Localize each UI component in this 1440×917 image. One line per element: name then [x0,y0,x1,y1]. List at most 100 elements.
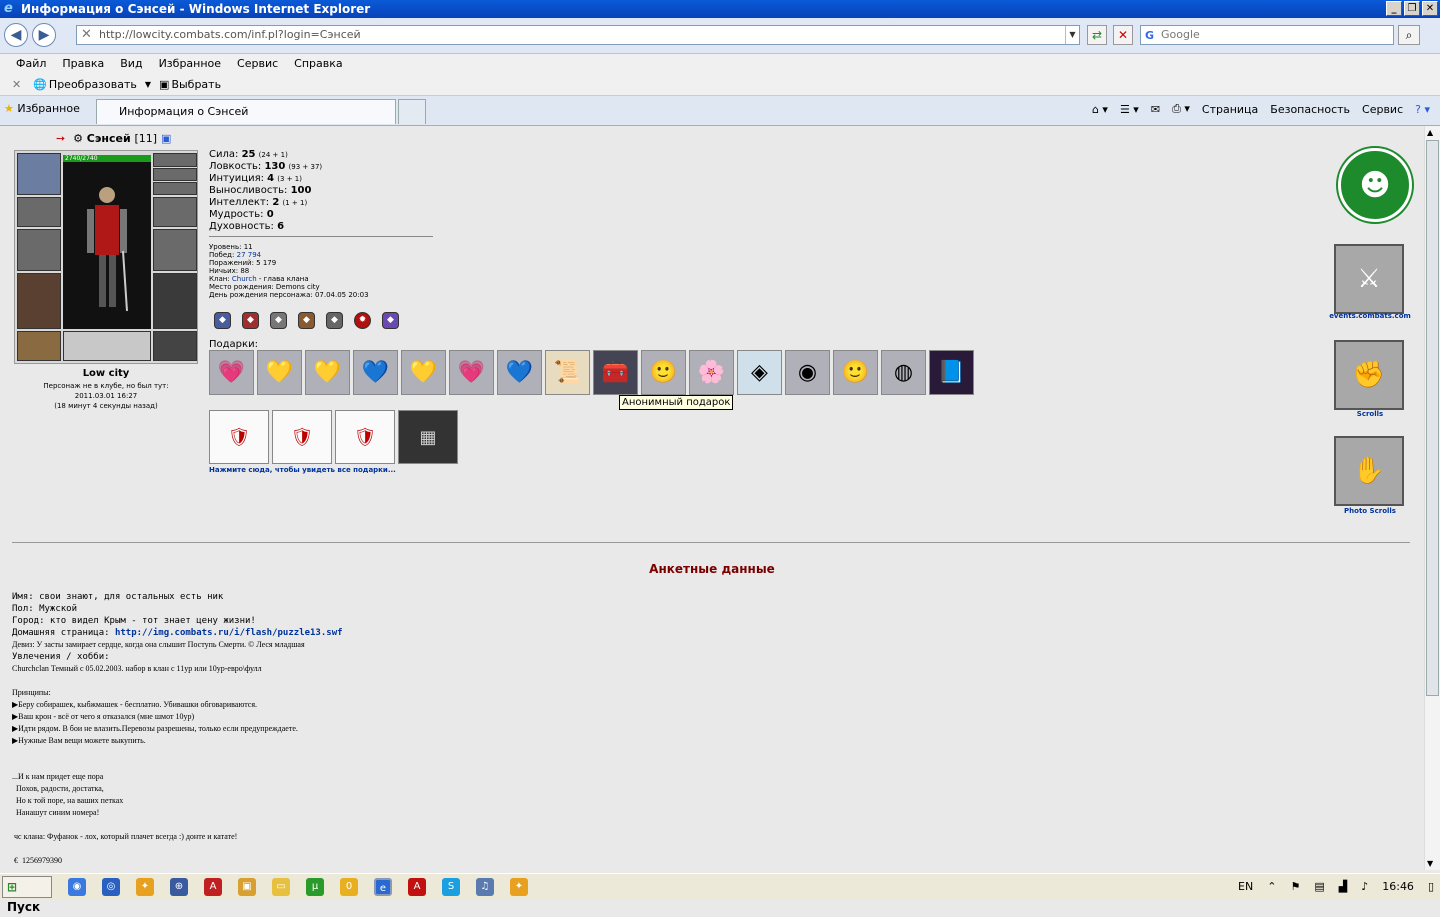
close-toolbar-icon[interactable]: ✕ [12,75,21,95]
weapon-left-slot[interactable] [17,229,61,271]
events-banner[interactable]: ⚔ [1334,244,1404,314]
tab-active[interactable]: Информация о Сэнсей [96,99,396,124]
torrent-icon[interactable]: μ [306,878,324,896]
search-button[interactable]: ⌕ [1398,25,1420,45]
all-gifts-link[interactable]: Нажмите сюда, чтобы увидеть все подарки.… [209,466,396,474]
bracers-slot[interactable] [17,197,61,227]
gift-heart-silver-icon[interactable]: 💗 [449,350,494,395]
taskbar-app-icon[interactable]: ◉ [68,878,86,896]
favorites-button[interactable]: ★ Избранное [4,102,80,115]
itunes-icon[interactable]: ♫ [476,878,494,896]
menu-edit[interactable]: Правка [62,54,104,74]
acrobat-icon[interactable]: A [408,878,426,896]
pdf-icon[interactable]: A [204,878,222,896]
taskbar-app-icon[interactable]: 0 [340,878,358,896]
boots-slot[interactable] [153,331,197,361]
menu-help[interactable]: Справка [294,54,342,74]
volume-icon[interactable]: ♪ [1361,880,1368,893]
badge-icon-2[interactable]: ◆ [242,312,259,329]
menu-tools[interactable]: Сервис [237,54,278,74]
select-button[interactable]: Выбрать [171,75,221,95]
close-button[interactable]: ✕ [1422,1,1438,16]
belt-slot[interactable] [17,331,61,361]
homepage-link[interactable]: http://img.combats.ru/i/flash/puzzle13.s… [115,628,343,638]
gift-heart-gold-icon[interactable]: 💛 [257,350,302,395]
convert-dropdown-icon[interactable]: ▼ [145,75,151,95]
gift-heart-blue-icon[interactable]: 💙 [497,350,542,395]
convert-button[interactable]: Преобразовать [49,75,137,95]
print-icon[interactable]: ⎙ ▾ [1172,102,1190,116]
helmet-slot[interactable] [17,153,61,195]
gift-heart-blue-icon[interactable]: 💙 [353,350,398,395]
scroll-thumb[interactable] [1426,140,1439,696]
events-link[interactable]: events.combats.com [1320,312,1420,320]
maximize-button[interactable]: ❐ [1404,1,1420,16]
gift-coin-icon[interactable]: ◍ [881,350,926,395]
help-icon[interactable]: ? ▾ [1415,103,1430,116]
skype-icon[interactable]: S [442,878,460,896]
gift-heart-gold-icon[interactable]: 💛 [401,350,446,395]
start-button[interactable]: ⊞ Пуск [2,876,52,914]
info-icon[interactable]: ▣ [161,132,171,145]
gift-photo-icon[interactable]: ▦ [398,410,458,464]
search-field[interactable]: G Google [1140,25,1394,45]
gift-crystal-icon[interactable]: ◈ [737,350,782,395]
scrolls-banner[interactable]: ✊ [1334,340,1404,410]
photo-scrolls-link[interactable]: Photo Scrolls [1320,507,1420,515]
taskbar-app-icon[interactable]: ✦ [510,878,528,896]
ie-taskbar-icon[interactable]: e [374,878,392,896]
ring-slot-1[interactable] [153,168,197,181]
new-tab-button[interactable] [398,99,426,124]
taskbar-app-icon[interactable]: ▣ [238,878,256,896]
language-indicator[interactable]: EN [1238,880,1253,893]
back-button[interactable]: ◀ [4,23,28,47]
security-menu[interactable]: Безопасность [1270,103,1350,116]
menu-favorites[interactable]: Избранное [159,54,221,74]
feeds-icon[interactable]: ☰ ▾ [1120,103,1139,116]
pants-slot[interactable] [153,273,197,329]
mail-icon[interactable]: ✉ [1151,103,1160,116]
gift-stone-icon[interactable]: ◉ [785,350,830,395]
wins-link[interactable]: 27 794 [237,251,262,259]
badge-icon-7[interactable]: ◆ [382,312,399,329]
scrolls-link[interactable]: Scrolls [1320,410,1420,418]
gift-heart-silver-icon[interactable]: 💗 [209,350,254,395]
vertical-scrollbar[interactable]: ▲ ▼ [1424,126,1440,870]
network-icon[interactable]: ▤ [1314,880,1324,893]
address-dropdown-icon[interactable]: ▼ [1065,26,1079,44]
gift-book-icon[interactable]: 📘 [929,350,974,395]
show-desktop-icon[interactable]: ▯ [1428,880,1434,893]
minimize-button[interactable]: _ [1386,1,1402,16]
stop-button[interactable]: ✕ [1113,25,1133,45]
gift-smiley-icon[interactable]: 🙂 [641,350,686,395]
taskbar-app-icon[interactable]: ✦ [136,878,154,896]
scroll-up-icon[interactable]: ▲ [1427,128,1433,137]
clock[interactable]: 16:46 [1382,880,1414,893]
signal-icon[interactable]: ▟ [1339,880,1347,893]
private-arrow-icon[interactable]: ➙ [56,132,65,145]
tools-menu[interactable]: Сервис [1362,103,1403,116]
weapon-right-slot[interactable] [153,229,197,271]
gift-card-icon[interactable]: 🛡 [209,410,269,464]
forward-button[interactable]: ▶ [32,23,56,47]
gift-card-icon[interactable]: 🛡 [335,410,395,464]
gift-scroll-icon[interactable]: 📜 [545,350,590,395]
scroll-down-icon[interactable]: ▼ [1427,859,1433,868]
armor-slot[interactable] [17,273,61,329]
taskbar-app-icon[interactable]: ⊕ [170,878,188,896]
home-icon[interactable]: ⌂ ▾ [1092,103,1108,116]
folder-icon[interactable]: ▭ [272,878,290,896]
gift-flower-icon[interactable]: 🌸 [689,350,734,395]
refresh-button[interactable]: ⇄ [1087,25,1107,45]
menu-view[interactable]: Вид [120,54,142,74]
page-menu[interactable]: Страница [1202,103,1258,116]
badge-icon-4[interactable]: ◆ [298,312,315,329]
flag-icon[interactable]: ⚑ [1290,880,1300,893]
taskbar-app-icon[interactable]: ◎ [102,878,120,896]
gift-card-icon[interactable]: 🛡 [272,410,332,464]
clan-link[interactable]: Church [232,275,257,283]
tray-expand-icon[interactable]: ⌃ [1267,880,1276,893]
badge-icon-5[interactable]: ◆ [326,312,343,329]
gift-heart-gold-icon[interactable]: 💛 [305,350,350,395]
badge-icon-3[interactable]: ◆ [270,312,287,329]
